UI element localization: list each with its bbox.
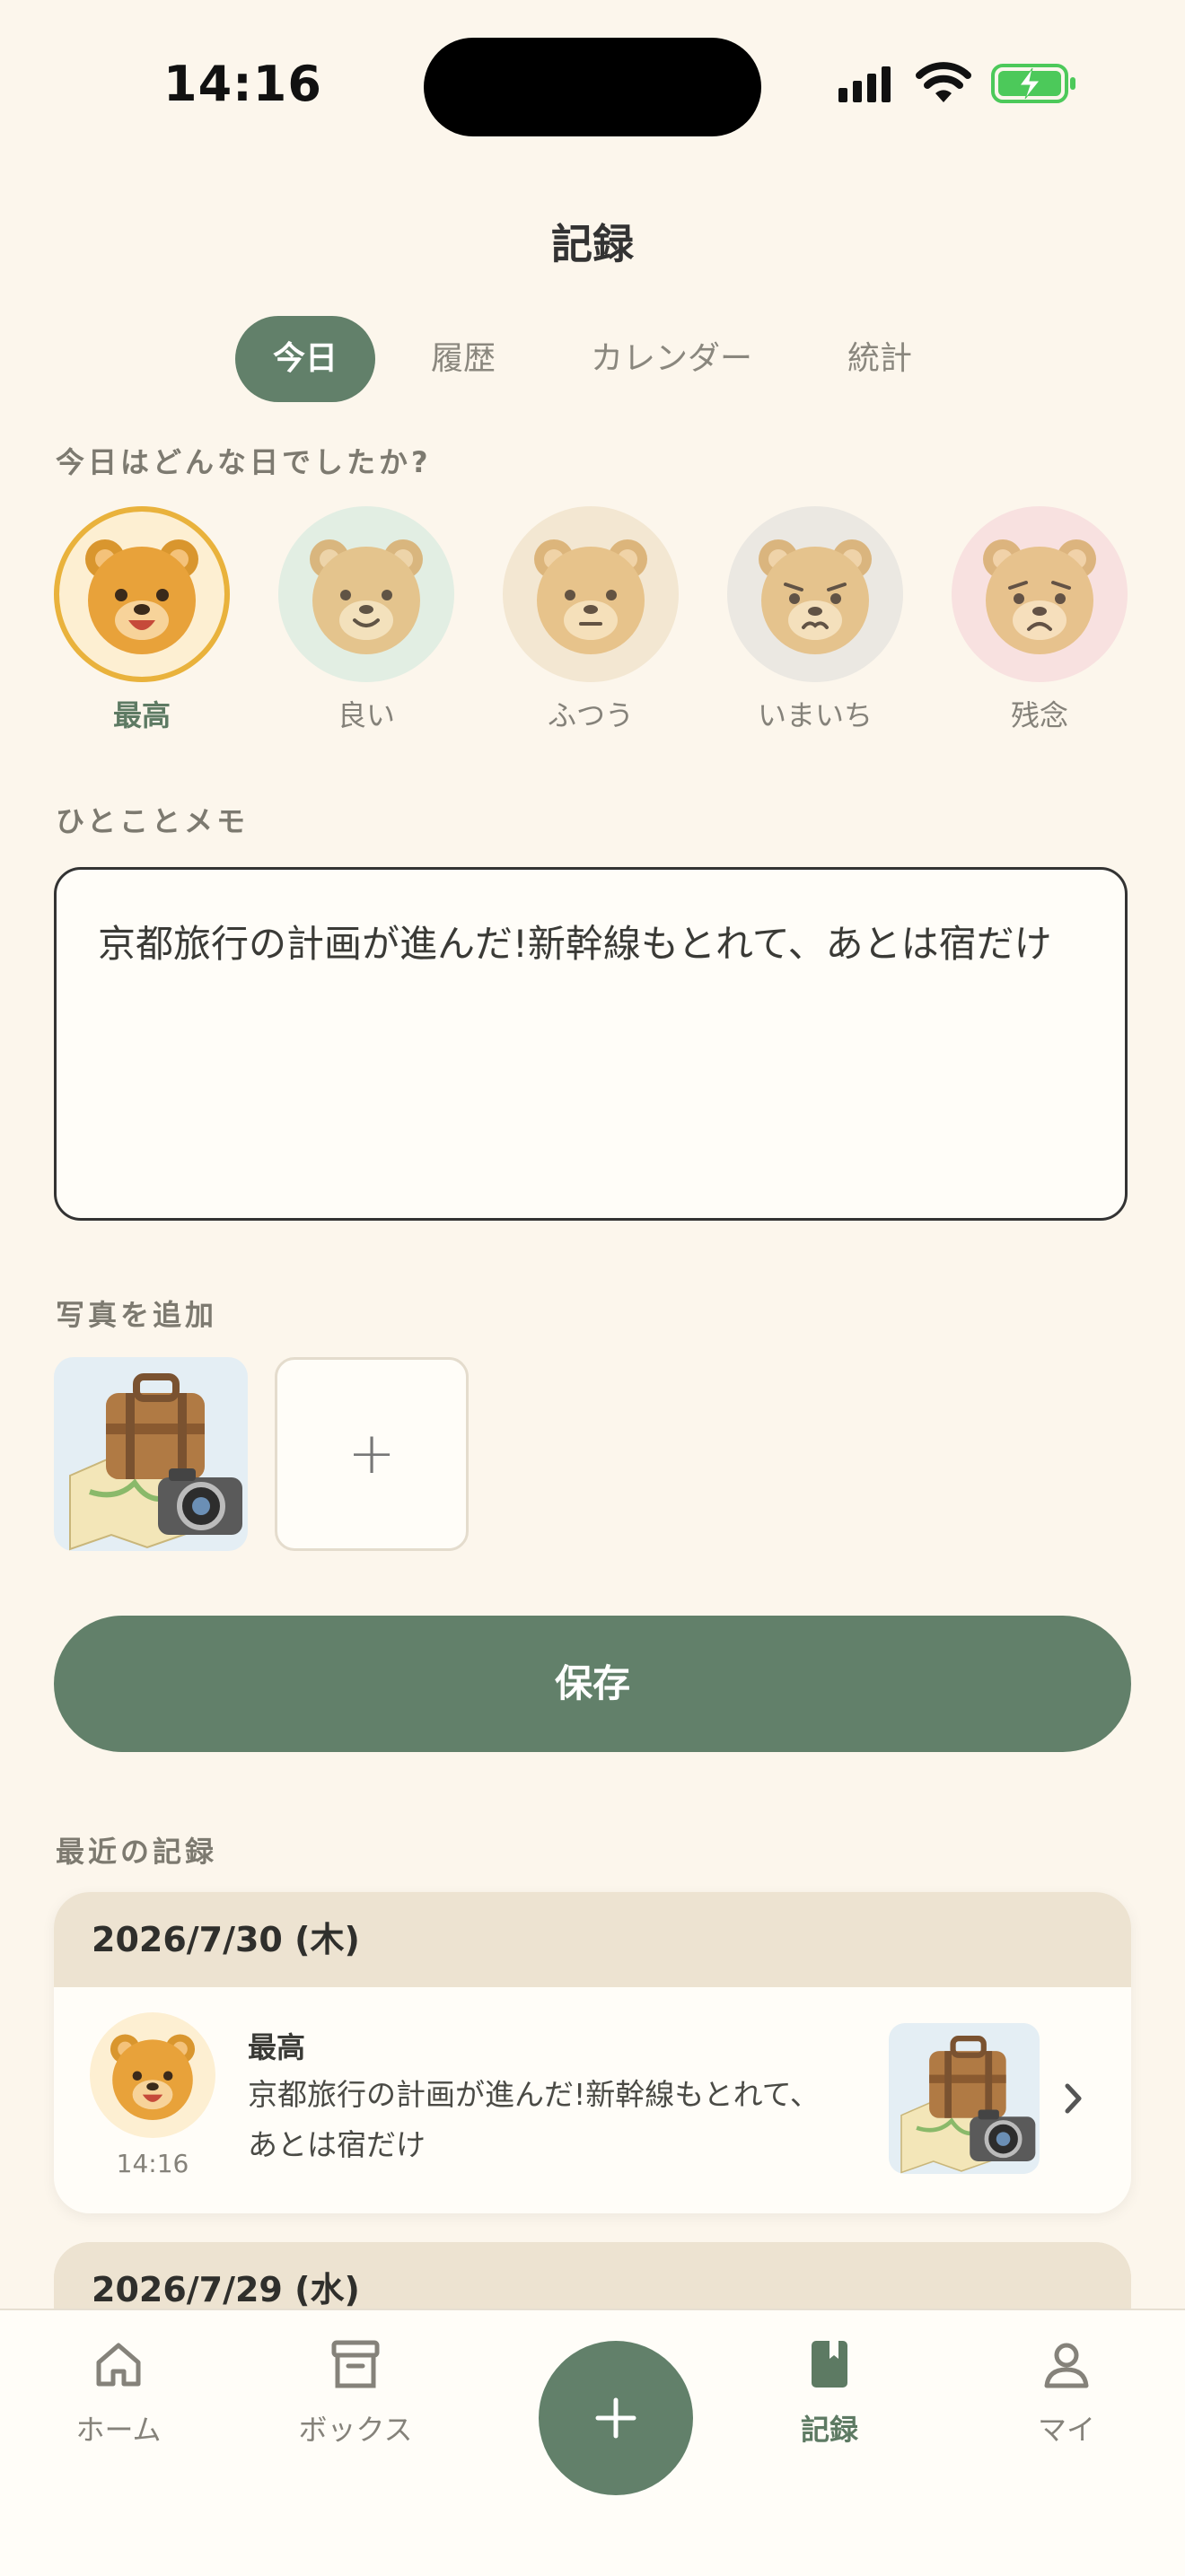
cellular-signal-icon bbox=[838, 66, 891, 102]
entry-text: 京都旅行の計画が進んだ!新幹線もとれて、あとは宿だけ bbox=[248, 2077, 820, 2162]
bear-worried-icon bbox=[759, 539, 872, 654]
nav-add-button[interactable] bbox=[539, 2341, 693, 2495]
entry-date: 2026/7/30 (木) bbox=[54, 1892, 1131, 1987]
mood-label-meh: いまいち bbox=[757, 698, 873, 732]
travel-photo-icon bbox=[900, 2036, 1036, 2174]
mood-label-normal: ふつう bbox=[547, 698, 634, 732]
add-photo-button[interactable]: + bbox=[275, 1357, 469, 1551]
person-icon bbox=[1044, 2343, 1089, 2388]
battery-charging-icon bbox=[991, 64, 1075, 103]
page-title: 記録 bbox=[551, 220, 634, 268]
nav-my-label: マイ bbox=[1037, 2413, 1095, 2447]
mood-label-bad: 残念 bbox=[1010, 698, 1068, 732]
nav-my[interactable]: マイ bbox=[977, 2337, 1156, 2449]
mood-option-normal[interactable] bbox=[503, 506, 679, 682]
nav-home-label: ホーム bbox=[75, 2413, 162, 2447]
tab-today[interactable]: 今日 bbox=[235, 316, 375, 402]
mood-label-good: 良い bbox=[337, 698, 395, 732]
mood-option-best[interactable] bbox=[54, 506, 230, 682]
nav-record[interactable]: 記録 bbox=[740, 2337, 919, 2449]
memo-textarea[interactable]: 京都旅行の計画が進んだ!新幹線もとれて、あとは宿だけ bbox=[54, 867, 1128, 1221]
status-time: 14:16 bbox=[163, 56, 322, 112]
bear-sad-icon bbox=[983, 539, 1096, 654]
mood-label-best: 最高 bbox=[112, 698, 171, 732]
entry-mood-avatar bbox=[90, 2012, 215, 2138]
tab-history[interactable]: 履歴 bbox=[400, 316, 526, 402]
nav-box[interactable]: ボックス bbox=[266, 2337, 445, 2449]
mood-option-meh[interactable] bbox=[727, 506, 903, 682]
nav-record-label: 記録 bbox=[800, 2413, 858, 2447]
book-icon bbox=[812, 2341, 847, 2388]
entry-time: 14:16 bbox=[116, 2149, 189, 2178]
recent-section-label: 最近の記録 bbox=[56, 1835, 218, 1869]
bear-neutral-icon bbox=[534, 539, 647, 654]
save-button[interactable]: 保存 bbox=[54, 1616, 1131, 1752]
chevron-right-icon bbox=[1065, 2083, 1082, 2114]
recent-entry-card[interactable]: 2026/7/30 (木) 14:16 最高 京都旅行の計画が進んだ!新幹線もと… bbox=[54, 1892, 1131, 2213]
bear-grinning-icon bbox=[110, 2034, 196, 2121]
photo-thumbnail[interactable] bbox=[54, 1357, 248, 1551]
travel-photo-icon bbox=[69, 1373, 242, 1551]
home-icon bbox=[96, 2343, 141, 2387]
box-icon bbox=[331, 2340, 380, 2388]
wifi-icon bbox=[916, 62, 971, 102]
bear-grinning-icon bbox=[85, 539, 198, 654]
tab-stats[interactable]: 統計 bbox=[817, 316, 943, 402]
entry-mood-label: 最高 bbox=[248, 2030, 306, 2064]
plus-icon: + bbox=[347, 1421, 396, 1487]
mood-option-bad[interactable] bbox=[952, 506, 1128, 682]
tab-calendar[interactable]: カレンダー bbox=[557, 316, 786, 402]
nav-home[interactable]: ホーム bbox=[29, 2337, 208, 2449]
nav-box-label: ボックス bbox=[298, 2413, 413, 2447]
mood-option-good[interactable] bbox=[278, 506, 454, 682]
mood-question-label: 今日はどんな日でしたか? bbox=[56, 445, 432, 479]
plus-icon bbox=[595, 2397, 636, 2439]
photo-section-label: 写真を追加 bbox=[56, 1298, 218, 1332]
entry-photo-thumbnail bbox=[889, 2023, 1040, 2174]
dynamic-island bbox=[424, 38, 761, 136]
memo-label: ひとことメモ bbox=[56, 804, 250, 838]
bear-smiling-icon bbox=[310, 539, 423, 654]
